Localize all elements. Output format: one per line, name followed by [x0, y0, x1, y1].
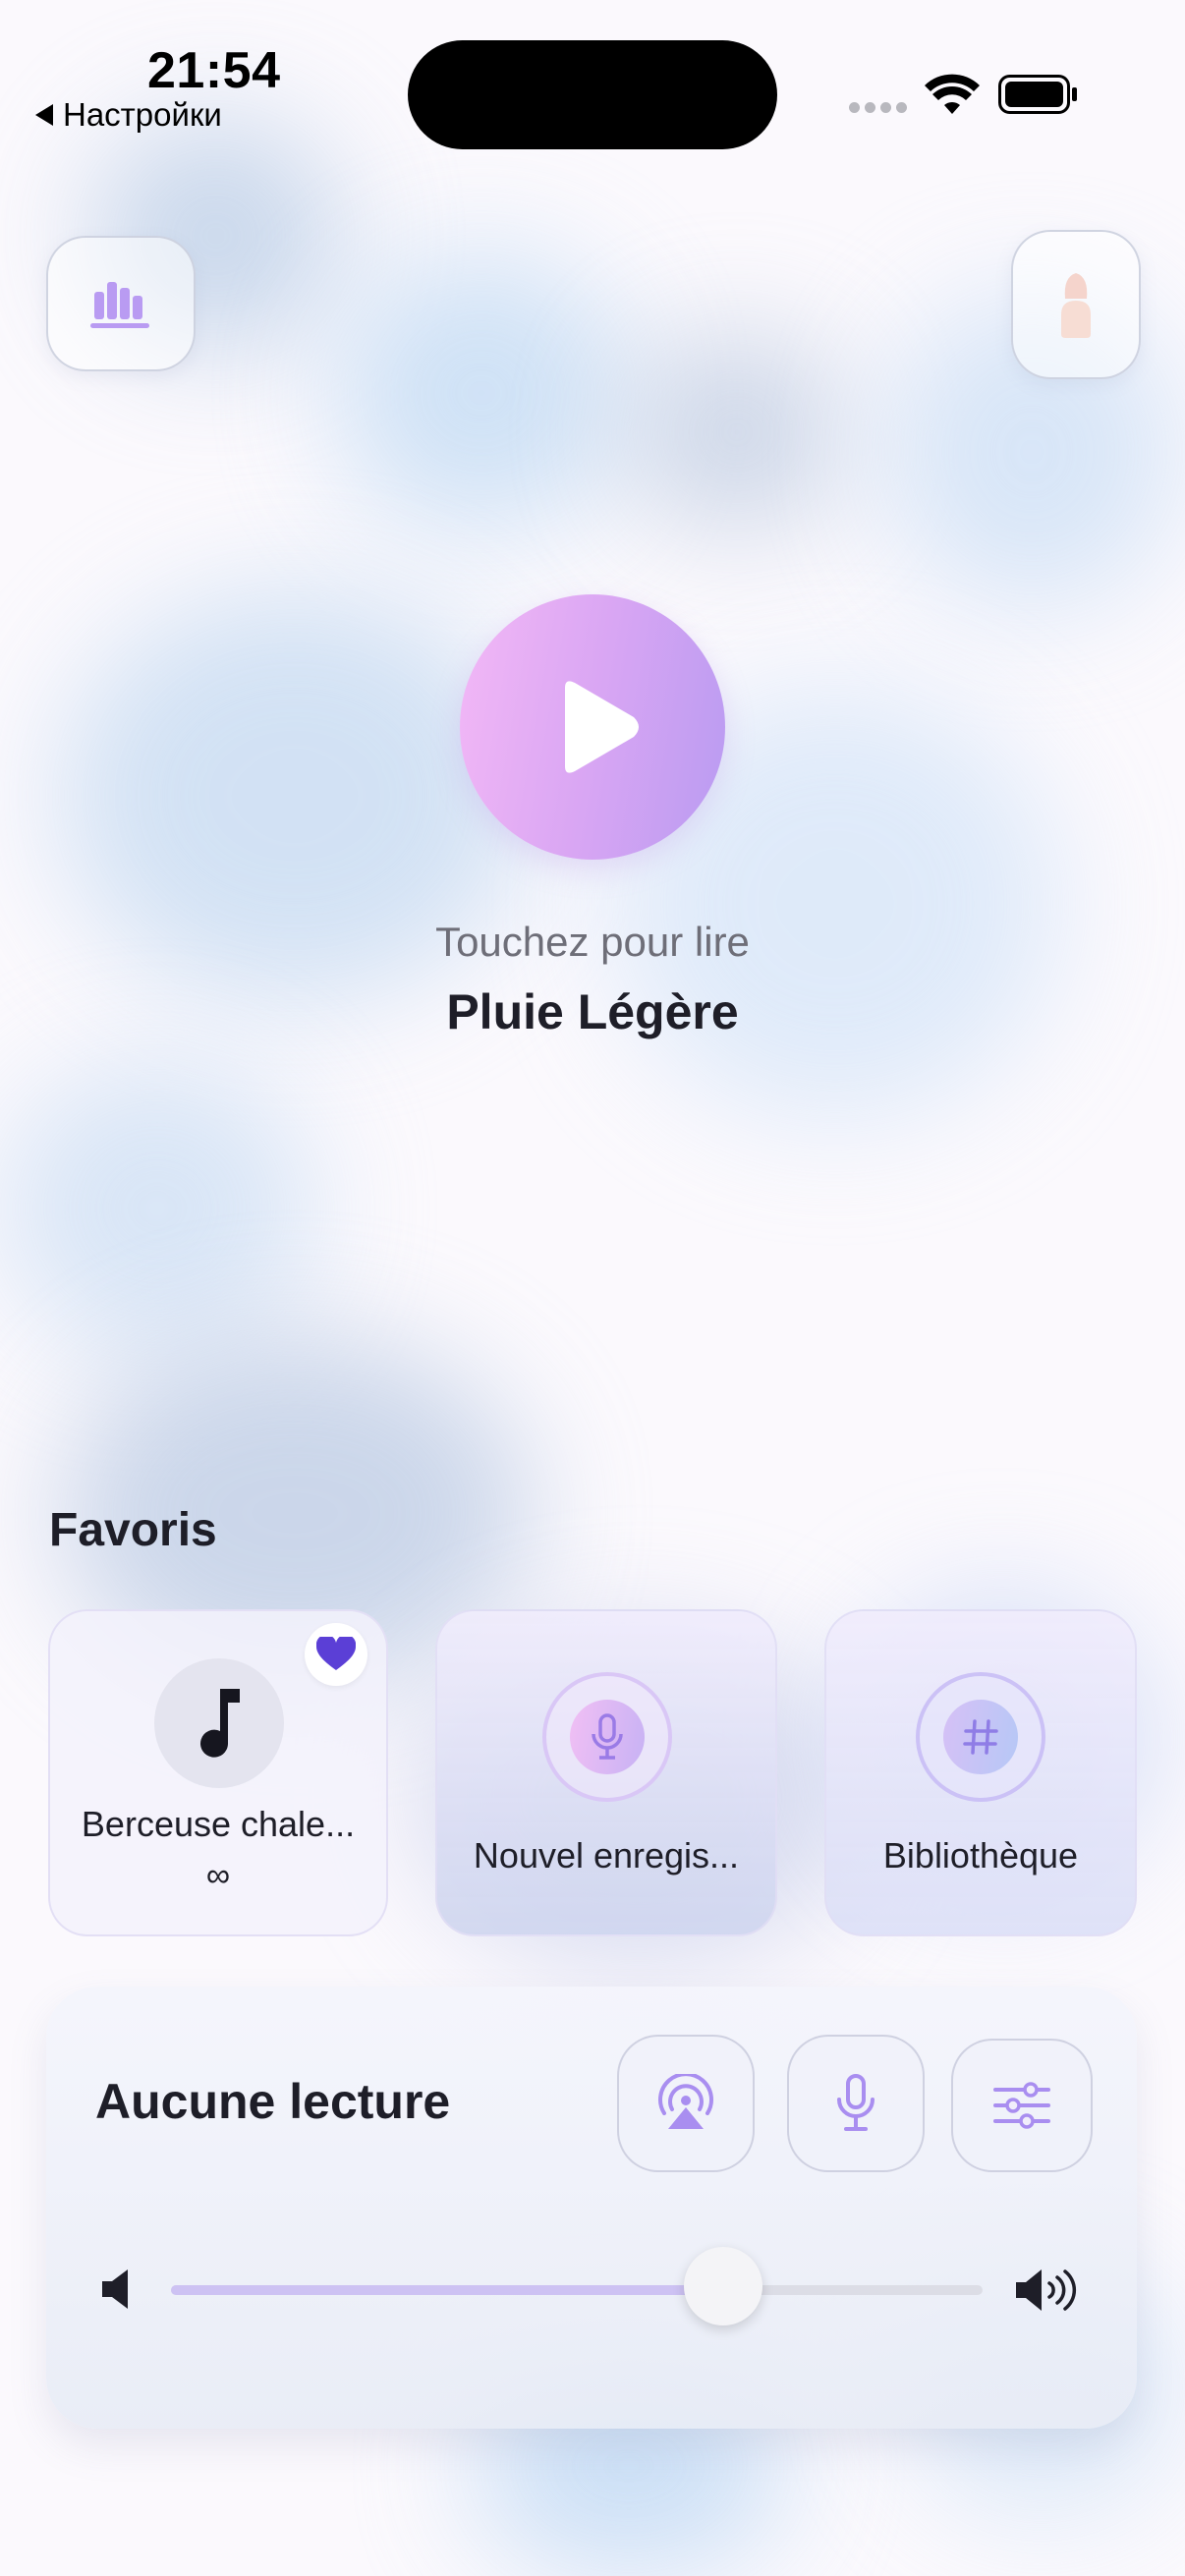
volume-low-icon: [102, 2269, 128, 2309]
volume-slider-fill: [171, 2285, 723, 2295]
favorite-heart-button[interactable]: [305, 1623, 367, 1686]
favorite-label: Berceuse chale...: [81, 1804, 356, 1844]
night-light-button[interactable]: [1011, 230, 1141, 379]
cellular-signal-icon: [849, 102, 907, 113]
volume-slider[interactable]: [171, 2285, 983, 2295]
favorites-heading: Favoris: [49, 1504, 217, 1556]
play-button[interactable]: [460, 594, 725, 860]
airplay-button[interactable]: [617, 2035, 755, 2172]
night-lamp-icon: [1061, 273, 1091, 338]
favorite-label: Bibliothèque: [882, 1835, 1079, 1876]
back-to-settings-link[interactable]: Настройки: [35, 96, 222, 134]
mixer-settings-button[interactable]: [951, 2039, 1093, 2172]
play-icon: [565, 681, 639, 773]
microphone-icon: [592, 1713, 623, 1760]
recording-icon-wrap: [542, 1672, 672, 1802]
now-playing-status: Aucune lecture: [95, 2074, 451, 2129]
battery-icon: [998, 75, 1077, 114]
music-note-icon: [200, 1689, 240, 1758]
favorite-card-recording[interactable]: Nouvel enregis...: [435, 1609, 777, 1936]
status-time: 21:54: [147, 42, 281, 99]
favorite-label: Nouvel enregis...: [473, 1835, 740, 1876]
chart-bars-icon: [90, 282, 149, 328]
back-label: Настройки: [63, 96, 222, 133]
heart-icon: [316, 1637, 356, 1670]
favorite-card-library[interactable]: Bibliothèque: [824, 1609, 1137, 1936]
loop-infinity-label: ∞: [205, 1857, 231, 1894]
sliders-icon: [993, 2082, 1050, 2129]
microphone-button[interactable]: [787, 2035, 925, 2172]
grid-hash-icon: [963, 1719, 998, 1755]
tap-to-play-hint: Touchez pour lire: [435, 919, 750, 965]
music-note-icon-wrap: [154, 1658, 284, 1788]
dynamic-island: [408, 40, 777, 149]
track-title: Pluie Légère: [446, 984, 739, 1039]
stats-button[interactable]: [46, 236, 196, 371]
airplay-icon: [658, 2074, 713, 2129]
volume-slider-thumb[interactable]: [683, 2247, 762, 2325]
library-icon-wrap: [916, 1672, 1045, 1802]
wifi-icon: [925, 74, 980, 114]
volume-high-icon: [1016, 2269, 1077, 2311]
microphone-icon: [837, 2074, 875, 2131]
back-arrow-icon: [35, 104, 53, 126]
